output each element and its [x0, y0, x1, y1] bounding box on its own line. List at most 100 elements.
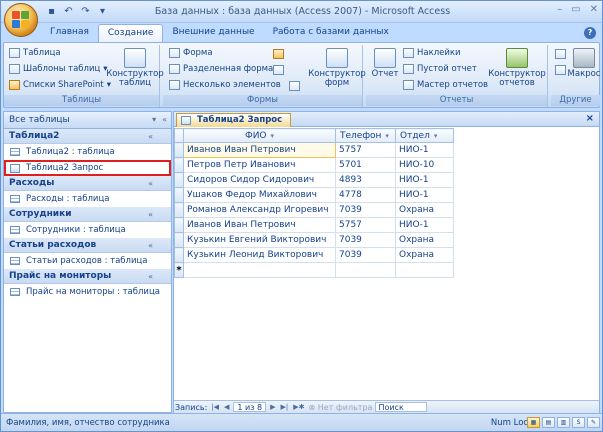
- document-tab[interactable]: Таблица2 Запрос: [176, 113, 292, 127]
- report-button[interactable]: Отчет: [370, 48, 400, 79]
- table-cell[interactable]: Иванов Иван Петрович: [183, 217, 336, 233]
- help-icon[interactable]: ?: [584, 27, 596, 39]
- next-record-icon[interactable]: ▶: [269, 403, 276, 411]
- table-cell[interactable]: Охрана: [395, 247, 454, 263]
- table-cell[interactable]: 5701: [335, 157, 396, 173]
- collapse-group-icon[interactable]: «: [148, 132, 153, 141]
- select-all-corner[interactable]: [174, 128, 184, 143]
- collapse-pane-icon[interactable]: «: [162, 115, 167, 124]
- close-icon[interactable]: ✕: [590, 4, 598, 15]
- sharepoint-lists-button[interactable]: Списки SharePoint ▾: [9, 80, 111, 90]
- collapse-group-icon[interactable]: «: [148, 210, 153, 219]
- pivot-chart-icon[interactable]: [273, 49, 284, 59]
- table-cell[interactable]: 7039: [335, 232, 396, 248]
- nav-item-table[interactable]: Таблица2 : таблица: [4, 144, 171, 160]
- table-cell[interactable]: [183, 262, 336, 278]
- table-cell[interactable]: Кузькин Леонид Викторович: [183, 247, 336, 263]
- report-designer-button[interactable]: Конструктор отчетов: [488, 48, 546, 88]
- table-cell[interactable]: НИО-1: [395, 217, 454, 233]
- nav-item-table[interactable]: Расходы : таблица: [4, 191, 171, 207]
- table-cell[interactable]: [395, 262, 454, 278]
- row-selector[interactable]: [174, 172, 184, 188]
- column-header[interactable]: ФИО ▾: [183, 128, 336, 143]
- tab-create[interactable]: Создание: [97, 24, 164, 42]
- split-form-button[interactable]: Разделенная форма: [169, 64, 273, 74]
- report-wizard-button[interactable]: Мастер отчетов: [403, 80, 488, 90]
- table-row[interactable]: Ушаков Федор Михайлович 4778 НИО-1: [174, 187, 454, 203]
- table-cell[interactable]: Петров Петр Иванович: [183, 157, 336, 173]
- nav-group-header[interactable]: Статьи расходов «: [4, 238, 171, 253]
- design-view-icon[interactable]: ✎: [587, 417, 600, 428]
- table-cell[interactable]: Сидоров Сидор Сидорович: [183, 172, 336, 188]
- table-row[interactable]: Петров Петр Иванович 5701 НИО-10: [174, 157, 454, 173]
- nav-header[interactable]: Все таблицы ▾ «: [4, 112, 171, 129]
- table-row[interactable]: Кузькин Леонид Викторович 7039 Охрана: [174, 247, 454, 263]
- first-record-icon[interactable]: |◀: [210, 403, 220, 411]
- sql-view-icon[interactable]: S: [572, 417, 585, 428]
- datasheet-view-icon[interactable]: ▦: [527, 417, 540, 428]
- form-button[interactable]: Форма: [169, 48, 213, 58]
- table-cell[interactable]: Ушаков Федор Михайлович: [183, 187, 336, 203]
- tab-home[interactable]: Главная: [41, 24, 98, 42]
- tab-external-data[interactable]: Внешние данные: [163, 24, 263, 42]
- collapse-group-icon[interactable]: «: [148, 241, 153, 250]
- restore-icon[interactable]: ▭: [571, 4, 580, 15]
- new-record-icon[interactable]: ▶✱: [292, 403, 305, 411]
- minimize-icon[interactable]: –: [557, 4, 562, 15]
- nav-group-header[interactable]: Расходы «: [4, 176, 171, 191]
- search-field[interactable]: Поиск: [375, 402, 428, 412]
- nav-item-table[interactable]: Статьи расходов : таблица: [4, 253, 171, 269]
- close-document-icon[interactable]: ×: [586, 113, 594, 124]
- table-cell[interactable]: Охрана: [395, 202, 454, 218]
- table-cell[interactable]: НИО-1: [395, 172, 454, 188]
- table-row[interactable]: Кузькин Евгений Викторович 7039 Охрана: [174, 232, 454, 248]
- table-cell[interactable]: 7039: [335, 247, 396, 263]
- row-selector[interactable]: [174, 232, 184, 248]
- multiple-items-button[interactable]: Несколько элементов: [169, 80, 281, 90]
- table-cell[interactable]: НИО-1: [395, 142, 454, 158]
- table-button[interactable]: Таблица: [9, 48, 61, 58]
- form-designer-button[interactable]: Конструктор форм: [308, 48, 366, 88]
- prev-record-icon[interactable]: ◀: [223, 403, 230, 411]
- filter-indicator[interactable]: ⊗ Нет фильтра: [309, 403, 373, 412]
- nav-menu-icon[interactable]: ▾: [152, 115, 156, 124]
- table-cell[interactable]: 5757: [335, 142, 396, 158]
- table-cell[interactable]: Иванов Иван Петрович: [183, 142, 336, 158]
- row-selector[interactable]: [174, 187, 184, 203]
- tab-database-tools[interactable]: Работа с базами данных: [264, 24, 398, 42]
- table-cell[interactable]: 4893: [335, 172, 396, 188]
- table-cell[interactable]: НИО-10: [395, 157, 454, 173]
- macro-button[interactable]: Макрос: [568, 48, 600, 79]
- column-dropdown-icon[interactable]: ▾: [434, 132, 438, 140]
- column-header[interactable]: Отдел ▾: [395, 128, 454, 143]
- blank-form-icon[interactable]: [273, 65, 284, 75]
- row-selector[interactable]: [174, 217, 184, 233]
- more-forms-icon[interactable]: [289, 81, 300, 91]
- row-selector[interactable]: [174, 142, 184, 158]
- table-row[interactable]: Иванов Иван Петрович 5757 НИО-1: [174, 217, 454, 233]
- record-position[interactable]: 1 из 8: [233, 402, 267, 412]
- blank-report-button[interactable]: Пустой отчет: [403, 64, 477, 74]
- table-cell[interactable]: 4778: [335, 187, 396, 203]
- column-dropdown-icon[interactable]: ▾: [271, 132, 275, 140]
- table-cell[interactable]: 7039: [335, 202, 396, 218]
- table-cell[interactable]: Романов Александр Игоревич: [183, 202, 336, 218]
- row-selector[interactable]: [174, 157, 184, 173]
- query-designer-icon[interactable]: [555, 65, 566, 75]
- collapse-group-icon[interactable]: «: [148, 272, 153, 281]
- office-button[interactable]: [4, 3, 38, 37]
- nav-item-table[interactable]: Сотрудники : таблица: [4, 222, 171, 238]
- table-row[interactable]: Романов Александр Игоревич 7039 Охрана: [174, 202, 454, 218]
- nav-item-query[interactable]: Таблица2 Запрос: [4, 160, 171, 176]
- labels-button[interactable]: Наклейки: [403, 48, 461, 58]
- nav-group-header[interactable]: Прайс на мониторы «: [4, 269, 171, 284]
- collapse-group-icon[interactable]: «: [148, 179, 153, 188]
- column-dropdown-icon[interactable]: ▾: [385, 132, 389, 140]
- row-selector[interactable]: [174, 247, 184, 263]
- nav-item-table[interactable]: Прайс на мониторы : таблица: [4, 284, 171, 300]
- nav-group-header[interactable]: Сотрудники «: [4, 207, 171, 222]
- table-templates-button[interactable]: Шаблоны таблиц ▾: [9, 64, 108, 74]
- last-record-icon[interactable]: ▶|: [280, 403, 290, 411]
- table-designer-button[interactable]: Конструктор таблиц: [106, 48, 164, 88]
- row-selector[interactable]: [174, 202, 184, 218]
